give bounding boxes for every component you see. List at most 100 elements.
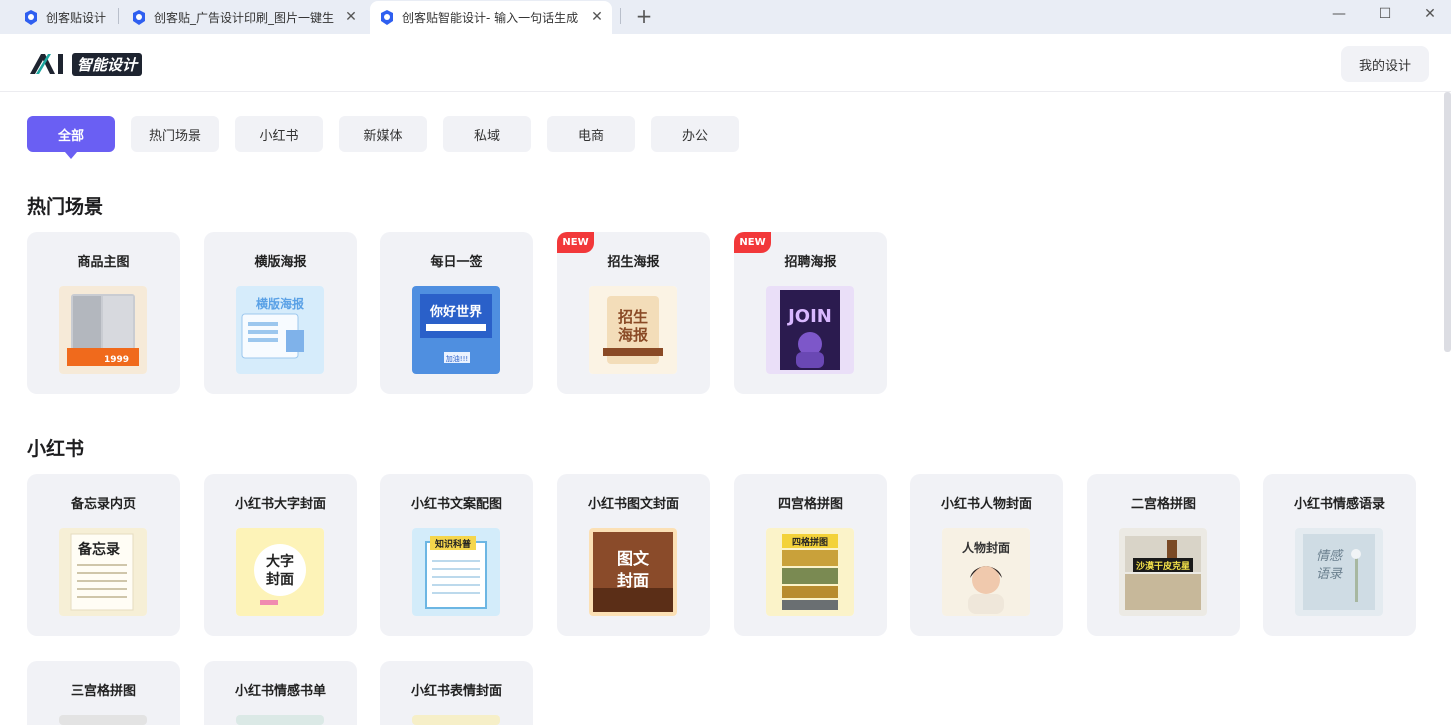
filter-chip-all[interactable]: 全部 bbox=[27, 116, 115, 159]
thumbnail-image: 图文 封面 bbox=[589, 528, 677, 616]
card-title: 每日一签 bbox=[430, 255, 483, 270]
section-title-xiaohongshu: 小红书 bbox=[27, 438, 85, 460]
plus-icon[interactable]: + bbox=[634, 4, 654, 28]
thumbnail-image: 四格拼图 bbox=[766, 528, 854, 616]
section-title-hot-scenes: 热门场景 bbox=[27, 196, 104, 218]
card-title: 招生海报 bbox=[607, 255, 660, 270]
card-title: 小红书情感书单 bbox=[234, 684, 326, 699]
card-title: 招聘海报 bbox=[784, 255, 837, 270]
thumb-text: 语录 bbox=[1316, 567, 1343, 582]
card-title: 横版海报 bbox=[254, 255, 307, 270]
tab-separator bbox=[620, 8, 621, 24]
card-title: 小红书人物封面 bbox=[940, 497, 1032, 512]
filter-chip-ecommerce[interactable]: 电商 bbox=[547, 116, 635, 152]
thumb-text: 图文 bbox=[617, 549, 650, 568]
filter-chip-new-media[interactable]: 新媒体 bbox=[339, 116, 427, 152]
logo-text: 智能设计 bbox=[72, 52, 143, 76]
close-icon[interactable]: ✕ bbox=[1420, 6, 1440, 22]
chuangkit-favicon-icon bbox=[133, 10, 145, 25]
thumbnail-image: 大字 封面 bbox=[236, 528, 324, 616]
thumbnail-image: JOIN bbox=[766, 286, 854, 374]
template-card-emotional-book-list[interactable]: 小红书情感书单 bbox=[204, 661, 357, 725]
browser-tab-3-active[interactable]: 创客贴智能设计- 输入一句话生成 ✕ bbox=[370, 1, 612, 34]
thumb-text: 人物封面 bbox=[962, 540, 1010, 555]
browser-tab-1[interactable]: 创客贴设计 bbox=[0, 1, 118, 34]
card-title: 商品主图 bbox=[77, 255, 130, 270]
thumbnail-image: 横版海报 bbox=[236, 286, 324, 374]
thumbnail-image: 沙漠干皮克星 bbox=[1119, 528, 1207, 616]
card-title: 二宫格拼图 bbox=[1130, 497, 1196, 512]
thumbnail-image: 人物封面 bbox=[942, 528, 1030, 616]
minimize-icon[interactable]: — bbox=[1329, 6, 1349, 22]
tab-title: 创客贴智能设计- 输入一句话生成 bbox=[402, 11, 579, 25]
card-title: 备忘录内页 bbox=[70, 497, 136, 512]
card-title: 小红书文案配图 bbox=[410, 497, 502, 512]
thumb-text: 横版海报 bbox=[256, 296, 304, 311]
template-card-image-text-cover[interactable]: 小红书图文封面 图文 封面 bbox=[557, 474, 710, 636]
maximize-icon[interactable]: ☐ bbox=[1375, 6, 1395, 22]
thumb-text: JOIN bbox=[786, 306, 832, 327]
new-badge: NEW bbox=[734, 232, 771, 253]
filter-chip-hot-scenes[interactable]: 热门场景 bbox=[131, 116, 219, 152]
template-card-daily-sign[interactable]: 每日一签 你好世界 加油!!! bbox=[380, 232, 533, 394]
thumbnail-image bbox=[59, 715, 147, 725]
app-header: 智能设计 我的设计 bbox=[0, 34, 1451, 92]
thumb-text: 封面 bbox=[617, 571, 649, 590]
chuangkit-favicon-icon bbox=[381, 10, 393, 25]
tab-title: 创客贴设计 bbox=[46, 11, 107, 25]
template-card-portrait-cover[interactable]: 小红书人物封面 人物封面 bbox=[910, 474, 1063, 636]
card-title: 小红书图文封面 bbox=[587, 497, 679, 512]
thumb-text: 沙漠干皮克星 bbox=[1136, 560, 1190, 572]
logo[interactable]: 智能设计 bbox=[28, 52, 143, 76]
card-title: 三宫格拼图 bbox=[70, 684, 136, 699]
card-title: 小红书表情封面 bbox=[410, 684, 502, 699]
template-card-product-main-image[interactable]: 商品主图 1999 bbox=[27, 232, 180, 394]
template-card-recruitment-poster[interactable]: NEW 招聘海报 JOIN bbox=[734, 232, 887, 394]
close-tab-icon[interactable]: ✕ bbox=[590, 10, 604, 24]
template-card-big-text-cover[interactable]: 小红书大字封面 大字 封面 bbox=[204, 474, 357, 636]
thumbnail-image bbox=[236, 715, 324, 725]
thumb-price-text: 1999 bbox=[104, 355, 129, 365]
browser-tab-2[interactable]: 创客贴_广告设计印刷_图片一键生 ✕ bbox=[108, 1, 366, 34]
new-badge: NEW bbox=[557, 232, 594, 253]
thumbnail-image: 知识科普 bbox=[412, 528, 500, 616]
thumb-text: 招生 bbox=[618, 308, 648, 326]
browser-tab-bar: 创客贴设计 创客贴_广告设计印刷_图片一键生 ✕ 创客贴智能设计- 输入一句话生… bbox=[0, 0, 1451, 34]
thumb-text: 情感 bbox=[1316, 549, 1344, 564]
filter-chip-xiaohongshu[interactable]: 小红书 bbox=[235, 116, 323, 152]
thumb-text: 备忘录 bbox=[77, 541, 120, 558]
card-title: 小红书大字封面 bbox=[234, 497, 326, 512]
chuangkit-favicon-icon bbox=[25, 10, 37, 25]
template-card-horizontal-poster[interactable]: 横版海报 横版海报 bbox=[204, 232, 357, 394]
thumb-text: 知识科普 bbox=[434, 538, 471, 550]
thumbnail-image: 你好世界 加油!!! bbox=[412, 286, 500, 374]
filter-chip-private-domain[interactable]: 私域 bbox=[443, 116, 531, 152]
thumb-text: 海报 bbox=[618, 326, 648, 344]
card-title: 小红书情感语录 bbox=[1293, 497, 1385, 512]
thumb-text: 封面 bbox=[266, 571, 294, 588]
template-card-emotional-quotes[interactable]: 小红书情感语录 情感 语录 bbox=[1263, 474, 1416, 636]
tab-title: 创客贴_广告设计印刷_图片一键生 bbox=[154, 11, 334, 25]
template-card-two-grid-collage[interactable]: 二宫格拼图 沙漠干皮克星 bbox=[1087, 474, 1240, 636]
thumbnail-image: 情感 语录 bbox=[1295, 528, 1383, 616]
card-title: 四宫格拼图 bbox=[777, 497, 843, 512]
thumb-text: 大字 bbox=[266, 553, 294, 570]
thumb-text: 四格拼图 bbox=[792, 536, 828, 548]
template-card-copy-illustration[interactable]: 小红书文案配图 知识科普 bbox=[380, 474, 533, 636]
thumb-text: 加油!!! bbox=[446, 354, 468, 363]
template-card-three-grid-collage[interactable]: 三宫格拼图 bbox=[27, 661, 180, 725]
my-design-button[interactable]: 我的设计 bbox=[1341, 46, 1429, 82]
template-card-emoji-cover[interactable]: 小红书表情封面 bbox=[380, 661, 533, 725]
template-card-memo-page[interactable]: 备忘录内页 备忘录 bbox=[27, 474, 180, 636]
ai-logo-mark-icon bbox=[30, 54, 63, 74]
close-tab-icon[interactable]: ✕ bbox=[344, 10, 358, 24]
template-card-four-grid-collage[interactable]: 四宫格拼图 四格拼图 bbox=[734, 474, 887, 636]
thumbnail-image: 1999 bbox=[59, 286, 147, 374]
page-scrollbar[interactable] bbox=[1444, 92, 1451, 352]
thumb-text: 你好世界 bbox=[429, 304, 482, 320]
filter-chip-office[interactable]: 办公 bbox=[651, 116, 739, 152]
template-card-enrollment-poster[interactable]: NEW 招生海报 招生 海报 bbox=[557, 232, 710, 394]
thumbnail-image: 招生 海报 bbox=[589, 286, 677, 374]
thumbnail-image bbox=[412, 715, 500, 725]
thumbnail-image: 备忘录 bbox=[59, 528, 147, 616]
